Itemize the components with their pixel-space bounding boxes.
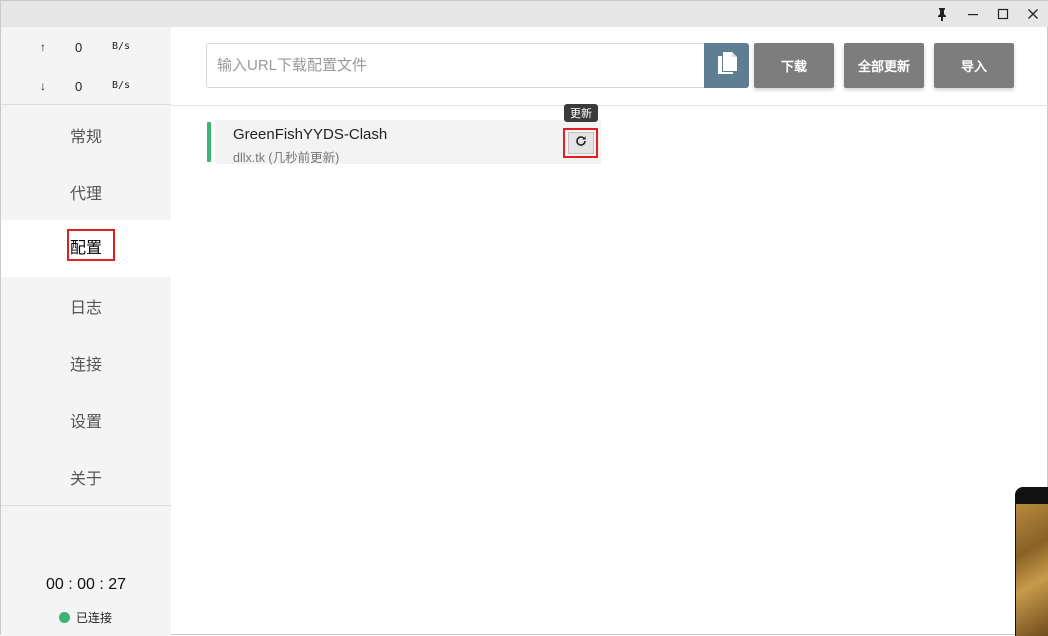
- title-bar[interactable]: [1, 1, 1048, 27]
- status-label: 已连接: [76, 611, 113, 625]
- uptime-timer: 00 : 00 : 27: [45, 576, 127, 593]
- sidebar-item-label: 关于: [69, 470, 102, 488]
- upload-unit: B/s: [112, 41, 131, 52]
- profile-card[interactable]: GreenFishYYDS-Clash dllx.tk (几秒前更新): [207, 120, 601, 165]
- refresh-icon: [575, 134, 587, 152]
- profile-source: dllx.tk (几秒前更新): [233, 151, 340, 165]
- sidebar-item-label: 日志: [69, 299, 102, 317]
- import-button[interactable]: 导入: [934, 43, 1014, 88]
- status-dot-icon: [59, 612, 70, 623]
- header-divider: [171, 105, 1048, 106]
- url-input-wrapper: [206, 43, 704, 88]
- sidebar-item-label: 连接: [69, 356, 102, 374]
- sidebar: ↑ 0 B/s ↓ 0 B/s 常规 代理 配置 日志 连接 设置 关于 00 …: [1, 27, 171, 636]
- clipboard-paste-icon: [717, 51, 737, 80]
- sidebar-item-settings[interactable]: 设置: [1, 391, 171, 448]
- profile-card-body[interactable]: GreenFishYYDS-Clash dllx.tk (几秒前更新): [215, 120, 601, 165]
- refresh-button-inner[interactable]: [567, 132, 594, 154]
- sidebar-item-label: 配置: [69, 239, 102, 257]
- download-unit: B/s: [112, 80, 131, 91]
- sidebar-item-logs[interactable]: 日志: [1, 277, 171, 334]
- refresh-button[interactable]: [563, 128, 598, 158]
- paste-button[interactable]: [704, 43, 749, 88]
- download-speed: ↓ 0 B/s: [1, 77, 171, 97]
- pin-icon[interactable]: [927, 1, 957, 27]
- profile-name: GreenFishYYDS-Clash: [233, 126, 388, 143]
- refresh-tooltip: 更新: [564, 104, 598, 122]
- sidebar-item-about[interactable]: 关于: [1, 448, 171, 505]
- download-button[interactable]: 下载: [754, 43, 834, 88]
- download-arrow-icon: ↓: [40, 79, 46, 93]
- sidebar-item-profiles[interactable]: 配置: [1, 220, 171, 277]
- thumbnail-image: [1016, 504, 1048, 636]
- sidebar-item-connections[interactable]: 连接: [1, 334, 171, 391]
- traffic-panel: ↑ 0 B/s ↓ 0 B/s: [1, 27, 171, 105]
- update-all-button[interactable]: 全部更新: [844, 43, 924, 88]
- sidebar-item-label: 代理: [69, 185, 102, 203]
- download-value: 0: [75, 79, 83, 94]
- sidebar-item-label: 设置: [69, 413, 102, 431]
- sidebar-item-proxy[interactable]: 代理: [1, 163, 171, 220]
- upload-value: 0: [75, 40, 83, 55]
- sidebar-item-label: 常规: [69, 128, 102, 146]
- close-icon[interactable]: [1018, 1, 1048, 27]
- sidebar-nav: 常规 代理 配置 日志 连接 设置 关于: [1, 106, 171, 505]
- upload-arrow-icon: ↑: [40, 40, 46, 54]
- sidebar-divider: [1, 505, 171, 506]
- connection-status: 已连接: [59, 609, 112, 626]
- upload-speed: ↑ 0 B/s: [1, 38, 171, 58]
- sidebar-item-general[interactable]: 常规: [1, 106, 171, 163]
- active-indicator: [207, 122, 211, 162]
- url-input[interactable]: [207, 44, 704, 87]
- maximize-icon[interactable]: [988, 1, 1018, 27]
- app-window: ↑ 0 B/s ↓ 0 B/s 常规 代理 配置 日志 连接 设置 关于 00 …: [0, 0, 1048, 636]
- corner-thumbnail: [1015, 487, 1048, 636]
- minimize-icon[interactable]: [958, 1, 988, 27]
